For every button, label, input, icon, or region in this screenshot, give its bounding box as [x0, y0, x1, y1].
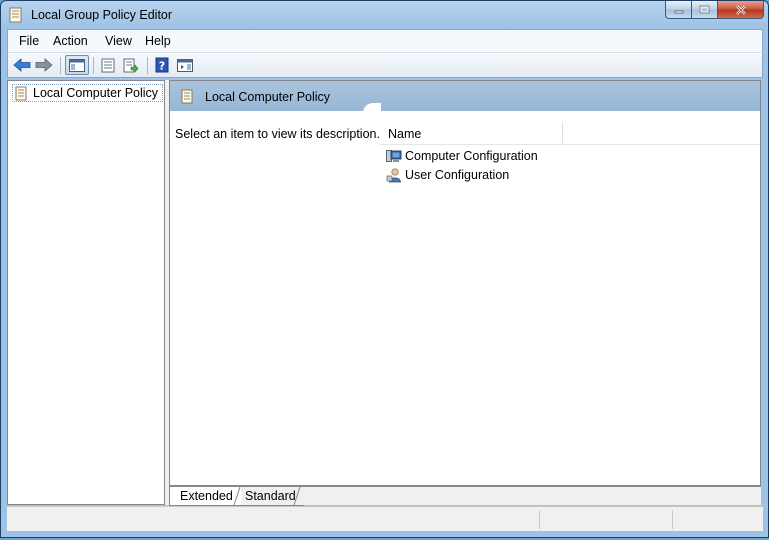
back-button[interactable]	[11, 55, 33, 75]
back-arrow-icon	[13, 58, 31, 72]
list-item-label: Computer Configuration	[405, 149, 538, 163]
help-button[interactable]: ?	[151, 55, 173, 75]
help-icon: ?	[155, 57, 169, 73]
export-list-button[interactable]	[120, 55, 142, 75]
column-divider[interactable]	[562, 122, 563, 143]
content-header-title: Local Computer Policy	[205, 90, 331, 104]
tab-separator	[293, 487, 301, 505]
menu-file[interactable]: File	[19, 34, 39, 48]
maximize-icon	[699, 5, 710, 14]
minimize-button[interactable]	[665, 1, 692, 19]
policy-scroll-icon	[181, 89, 193, 104]
tab-label: Extended	[180, 489, 233, 503]
tree-item-local-computer-policy[interactable]: Local Computer Policy	[12, 84, 164, 102]
column-header-name[interactable]: Name	[388, 127, 421, 141]
menu-action[interactable]: Action	[53, 34, 88, 48]
list-header: Name	[380, 122, 760, 145]
menu-view[interactable]: View	[105, 34, 132, 48]
computer-configuration-icon	[386, 149, 402, 162]
list-item-label: User Configuration	[405, 168, 510, 182]
menu-bar: File Action View Help	[7, 29, 763, 52]
tab-label: Standard	[245, 489, 296, 503]
status-bar	[7, 506, 763, 531]
minimize-icon	[674, 10, 683, 13]
close-icon	[735, 4, 746, 15]
list-item-user-configuration[interactable]: User Configuration	[386, 166, 509, 184]
content-pane: Local Computer Policy Select an item to …	[169, 80, 761, 486]
forward-button[interactable]	[33, 55, 55, 75]
content-header: Local Computer Policy	[170, 81, 760, 111]
list-item-computer-configuration[interactable]: Computer Configuration	[386, 147, 538, 165]
policy-app-icon	[9, 7, 22, 23]
policy-scroll-icon	[15, 86, 27, 100]
description-text: Select an item to view its description.	[175, 127, 380, 141]
console-tree[interactable]: Local Computer Policy	[7, 80, 165, 505]
user-configuration-icon	[386, 167, 401, 182]
show-hide-console-tree-icon	[69, 58, 85, 72]
show-hide-action-pane-icon	[177, 58, 193, 72]
close-button[interactable]	[718, 1, 764, 19]
title-bar[interactable]: Local Group Policy Editor	[1, 1, 768, 29]
show-hide-console-tree-button[interactable]	[65, 55, 89, 75]
show-hide-action-pane-button[interactable]	[174, 55, 196, 75]
svg-text:?: ?	[159, 60, 165, 73]
tab-extended[interactable]: Extended	[169, 487, 241, 506]
properties-icon	[101, 58, 115, 72]
toolbar: ?	[7, 52, 763, 78]
properties-button[interactable]	[97, 55, 119, 75]
maximize-button[interactable]	[692, 1, 718, 19]
window-title: Local Group Policy Editor	[31, 8, 173, 22]
app-window: Local Group Policy Editor File Action Vi…	[0, 0, 769, 538]
tree-item-label: Local Computer Policy	[33, 86, 159, 100]
menu-help[interactable]: Help	[145, 34, 171, 48]
export-list-icon	[123, 58, 139, 73]
view-tabs: Extended Standard	[169, 486, 761, 506]
forward-arrow-icon	[35, 58, 53, 72]
